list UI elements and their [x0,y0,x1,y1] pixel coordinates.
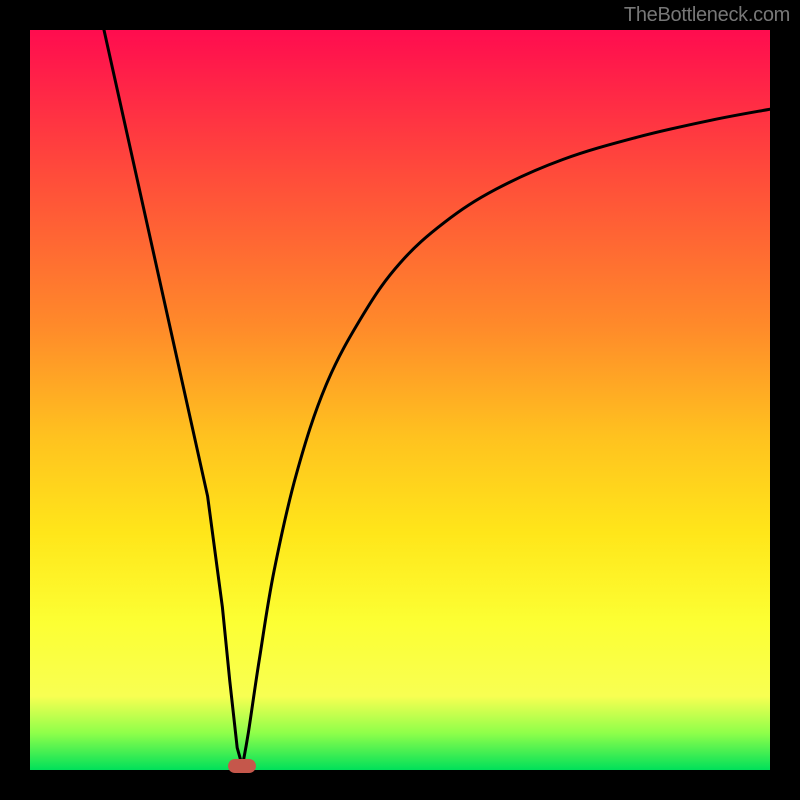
bottleneck-marker [228,759,256,773]
curve-left-branch [104,30,242,766]
chart-frame: TheBottleneck.com [0,0,800,800]
plot-area [30,30,770,770]
curve-right-branch [242,109,770,766]
bottleneck-curve [30,30,770,770]
watermark-text: TheBottleneck.com [624,4,790,27]
